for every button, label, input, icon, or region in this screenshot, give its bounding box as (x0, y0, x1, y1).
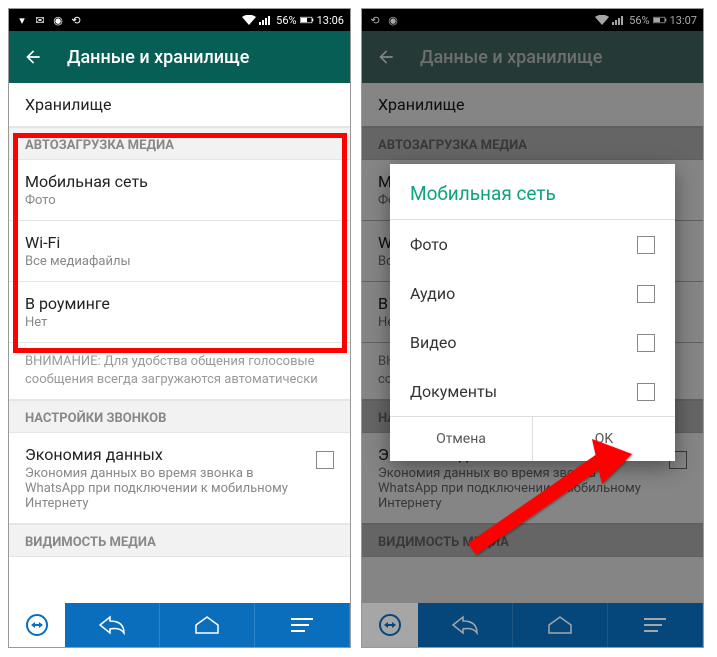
option-audio[interactable]: Аудио (390, 269, 675, 318)
low-data-checkbox[interactable] (316, 451, 334, 469)
low-data-row[interactable]: Экономия данных Экономия данных во время… (9, 433, 350, 524)
nav-back[interactable] (65, 603, 160, 647)
roaming-sub: Нет (25, 315, 334, 330)
roaming-title: В роуминге (25, 294, 334, 313)
eye-icon: ◉ (51, 13, 65, 27)
section-media-vis-label: ВИДИМОСТЬ МЕДИА (9, 524, 350, 557)
option-video[interactable]: Видео (390, 318, 675, 367)
storage-title: Хранилище (25, 95, 334, 114)
phone-right: ⟲ ◉ 56% 13:07 Данные и хранилище Хранили… (361, 8, 704, 648)
low-data-sub: Экономия данных во время звонка в WhatsA… (25, 466, 306, 511)
battery-icon (300, 13, 314, 27)
cancel-button[interactable]: Отмена (390, 417, 532, 461)
mail-icon: ✉ (33, 13, 47, 27)
notif-icon: ▾ (15, 13, 29, 27)
statusbar: ▾ ✉ ◉ ⟲ 56% 13:06 (9, 9, 350, 31)
phone-left: ▾ ✉ ◉ ⟲ 56% 13:06 Данные и хранилище Хра… (8, 8, 351, 648)
battery-pct: 56% (276, 14, 296, 27)
option-photo[interactable]: Фото (390, 220, 675, 269)
low-data-title: Экономия данных (25, 445, 306, 464)
nav-home[interactable] (160, 603, 255, 647)
mobile-sub: Фото (25, 193, 334, 208)
appbar-title: Данные и хранилище (67, 47, 249, 68)
time: 13:06 (317, 14, 344, 27)
content: Хранилище АВТОЗАГРУЗКА МЕДИА Мобильная с… (9, 83, 350, 603)
option-video-label: Видео (410, 333, 456, 352)
option-audio-label: Аудио (410, 284, 455, 303)
note-text: ВНИМАНИЕ: Для удобства общения голосовые… (9, 343, 350, 400)
storage-row[interactable]: Хранилище (9, 83, 350, 127)
ok-button[interactable]: OK (532, 417, 675, 461)
option-photo-label: Фото (410, 235, 448, 254)
option-docs-label: Документы (410, 382, 497, 401)
mobile-title: Мобильная сеть (25, 172, 334, 191)
section-autoload-label: АВТОЗАГРУЗКА МЕДИА (9, 127, 350, 160)
checkbox-video[interactable] (637, 334, 655, 352)
nav-teamviewer[interactable] (9, 603, 65, 647)
appbar: Данные и хранилище (9, 31, 350, 83)
mobile-data-row[interactable]: Мобильная сеть Фото (9, 160, 350, 221)
dialog-title: Мобильная сеть (390, 164, 675, 220)
checkbox-photo[interactable] (637, 236, 655, 254)
section-calls-label: НАСТРОЙКИ ЗВОНКОВ (9, 400, 350, 433)
signal-icon (259, 13, 273, 27)
teamviewer-icon: ⟲ (69, 13, 83, 27)
wifi-icon (242, 13, 256, 27)
wifi-title: Wi-Fi (25, 233, 334, 252)
checkbox-audio[interactable] (637, 285, 655, 303)
wifi-sub: Все медиафайлы (25, 254, 334, 269)
wifi-row[interactable]: Wi-Fi Все медиафайлы (9, 221, 350, 282)
navbar (9, 603, 350, 647)
checkbox-docs[interactable] (637, 383, 655, 401)
media-dialog: Мобильная сеть Фото Аудио Видео Документ… (390, 164, 675, 461)
roaming-row[interactable]: В роуминге Нет (9, 282, 350, 343)
nav-recent[interactable] (255, 603, 350, 647)
back-button[interactable] (23, 47, 43, 67)
option-docs[interactable]: Документы (390, 367, 675, 416)
